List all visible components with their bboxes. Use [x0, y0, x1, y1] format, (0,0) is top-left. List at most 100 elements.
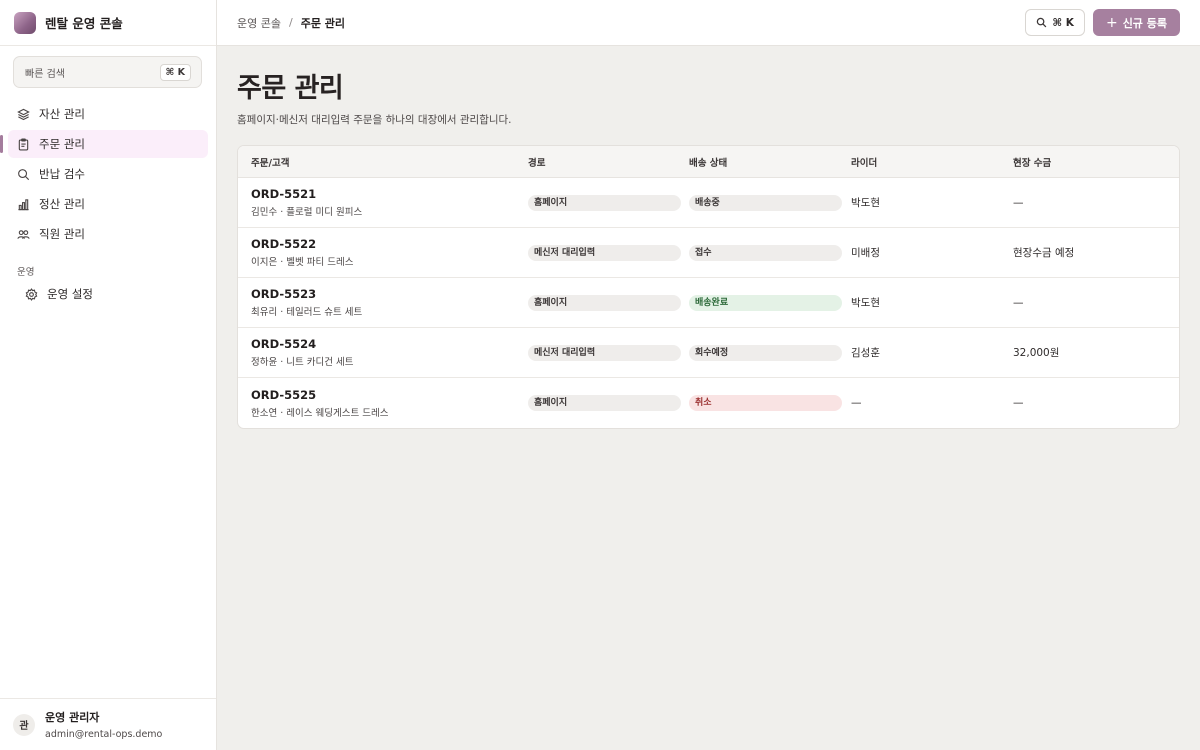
orders-table: 주문/고객 경로 배송 상태 라이더 현장 수금 ORD-5521 김민수 · … — [237, 145, 1180, 429]
status-badge: 배송완료 — [689, 294, 842, 311]
channel-cell: 홈페이지 — [528, 395, 689, 411]
command-search-shortcut: ⌘ K — [1052, 16, 1074, 29]
breadcrumb-separator: / — [288, 16, 293, 29]
channel-badge: 홈페이지 — [528, 194, 681, 211]
sidebar-item-settlement[interactable]: 정산 관리 — [8, 190, 208, 218]
quick-search-shortcut: ⌘ K — [159, 63, 191, 81]
status-cell: 배송완료 — [689, 294, 851, 311]
status-cell: 접수 — [689, 244, 851, 261]
order-cell: ORD-5522 이지은 · 벨벳 파티 드레스 — [238, 237, 528, 268]
order-id[interactable]: ORD-5524 — [251, 337, 528, 351]
status-badge: 취소 — [689, 395, 842, 411]
channel-cell: 홈페이지 — [528, 294, 689, 311]
order-customer: 이지은 · 벨벳 파티 드레스 — [251, 257, 354, 268]
channel-badge: 홈페이지 — [528, 395, 681, 411]
brand-logo — [14, 11, 36, 34]
status-badge: 배송중 — [689, 194, 842, 211]
sidebar-item-label: 운영 설정 — [47, 287, 93, 301]
breadcrumb-current: 주문 관리 — [300, 16, 346, 30]
page-title: 주문 관리 — [237, 73, 344, 104]
new-order-label: 신규 등록 — [1122, 16, 1167, 30]
brand[interactable]: 렌탈 운영 콘솔 — [0, 0, 216, 46]
rider-cell: 미배정 — [851, 247, 880, 259]
main-nav: 자산 관리 주문 관리 반납 검수 정산 관리 직원 관리 — [0, 100, 216, 250]
layers-icon — [17, 108, 30, 121]
ops-nav: 운영 설정 — [0, 280, 216, 310]
sidebar-item-returns[interactable]: 반납 검수 — [8, 160, 208, 188]
topbar: 운영 콘솔 / 주문 관리 ⌘ K + 신규 등록 — [217, 0, 1200, 46]
channel-cell: 메신저 대리입력 — [528, 344, 689, 361]
channel-cell: 메신저 대리입력 — [528, 244, 689, 261]
column-header-order[interactable]: 주문/고객 — [238, 155, 528, 169]
rider-cell: 김성훈 — [851, 347, 880, 359]
sidebar-item-label: 직원 관리 — [39, 227, 85, 241]
order-cell: ORD-5524 정하윤 · 니트 카디건 세트 — [238, 337, 528, 368]
collection-cell: — — [1013, 397, 1024, 409]
status-cell: 회수예정 — [689, 344, 851, 361]
avatar: 관 — [13, 713, 35, 736]
order-id[interactable]: ORD-5521 — [251, 187, 528, 201]
quick-search-label: 빠른 검색 — [25, 68, 65, 80]
collection-cell: 32,000원 — [1013, 347, 1060, 359]
plus-icon: + — [1105, 14, 1118, 31]
channel-badge: 홈페이지 — [528, 294, 681, 311]
channel-badge: 메신저 대리입력 — [528, 244, 681, 261]
column-header-rider[interactable]: 라이더 — [851, 155, 1013, 169]
page-content: 주문 관리 홈페이지·메신저 대리입력 주문을 하나의 대장에서 관리합니다. … — [217, 46, 1200, 429]
table-row[interactable]: ORD-5523 최유리 · 테일러드 슈트 세트 홈페이지 배송완료 박도현 … — [238, 278, 1179, 328]
table-header: 주문/고객 경로 배송 상태 라이더 현장 수금 — [238, 146, 1179, 178]
status-badge: 접수 — [689, 244, 842, 261]
rider-cell: 박도현 — [851, 297, 880, 309]
collection-cell: 현장수금 예정 — [1013, 247, 1075, 259]
quick-search-button[interactable]: 빠른 검색 ⌘ K — [13, 56, 202, 88]
app-name: 렌탈 운영 콘솔 — [45, 16, 123, 31]
user-profile[interactable]: 관 운영 관리자 admin@rental-ops.demo — [0, 698, 216, 750]
order-customer: 최유리 · 테일러드 슈트 세트 — [251, 307, 363, 318]
user-email: admin@rental-ops.demo — [45, 729, 163, 740]
top-actions: ⌘ K + 신규 등록 — [1025, 9, 1180, 36]
page-subtitle: 홈페이지·메신저 대리입력 주문을 하나의 대장에서 관리합니다. — [237, 114, 512, 126]
users-icon — [17, 228, 30, 241]
clipboard-icon — [17, 138, 30, 151]
sidebar: 렌탈 운영 콘솔 빠른 검색 ⌘ K 자산 관리 주문 관리 반납 검수 정산 … — [0, 0, 217, 750]
table-row[interactable]: ORD-5521 김민수 · 플로럴 미디 원피스 홈페이지 배송중 박도현 — — [238, 178, 1179, 228]
sidebar-item-label: 자산 관리 — [39, 107, 85, 121]
order-cell: ORD-5525 한소연 · 레이스 웨딩게스트 드레스 — [238, 388, 528, 419]
status-badge: 회수예정 — [689, 344, 842, 361]
status-cell: 취소 — [689, 395, 851, 411]
order-cell: ORD-5521 김민수 · 플로럴 미디 원피스 — [238, 187, 528, 218]
app-shell: 렌탈 운영 콘솔 빠른 검색 ⌘ K 자산 관리 주문 관리 반납 검수 정산 … — [0, 0, 1200, 750]
gear-icon — [25, 287, 38, 301]
sidebar-item-label: 반납 검수 — [39, 167, 85, 181]
table-row[interactable]: ORD-5522 이지은 · 벨벳 파티 드레스 메신저 대리입력 접수 미배정… — [238, 228, 1179, 278]
user-name: 운영 관리자 — [45, 711, 100, 724]
sidebar-item-staff[interactable]: 직원 관리 — [8, 220, 208, 248]
new-order-button[interactable]: + 신규 등록 — [1092, 9, 1180, 36]
table-row[interactable]: ORD-5524 정하윤 · 니트 카디건 세트 메신저 대리입력 회수예정 김… — [238, 328, 1179, 378]
sidebar-item-orders[interactable]: 주문 관리 — [0, 130, 208, 158]
collection-cell: — — [1013, 196, 1024, 209]
command-search-button[interactable]: ⌘ K — [1025, 9, 1085, 36]
channel-cell: 홈페이지 — [528, 194, 689, 211]
order-customer: 정하윤 · 니트 카디건 세트 — [251, 357, 354, 368]
nav-section-heading: 운영 — [17, 267, 35, 278]
order-id[interactable]: ORD-5525 — [251, 388, 528, 402]
order-id[interactable]: ORD-5522 — [251, 237, 528, 251]
table-row[interactable]: ORD-5525 한소연 · 레이스 웨딩게스트 드레스 홈페이지 취소 — — — [238, 378, 1179, 428]
order-customer: 한소연 · 레이스 웨딩게스트 드레스 — [251, 407, 389, 419]
sidebar-item-ops-settings[interactable]: 운영 설정 — [8, 280, 208, 308]
column-header-channel[interactable]: 경로 — [528, 155, 689, 169]
column-header-status[interactable]: 배송 상태 — [689, 155, 851, 169]
order-customer: 김민수 · 플로럴 미디 원피스 — [251, 207, 363, 218]
order-id[interactable]: ORD-5523 — [251, 287, 528, 301]
collection-cell: — — [1013, 296, 1024, 309]
main-area: 운영 콘솔 / 주문 관리 ⌘ K + 신규 등록 주문 관리 홈페이지·메신저… — [217, 0, 1200, 750]
bar-chart-icon — [17, 198, 30, 211]
search-icon — [17, 168, 30, 181]
column-header-collection[interactable]: 현장 수금 — [1013, 155, 1179, 169]
breadcrumb-parent[interactable]: 운영 콘솔 — [237, 15, 281, 31]
breadcrumb: 운영 콘솔 / 주문 관리 — [237, 15, 345, 31]
sidebar-item-label: 주문 관리 — [39, 137, 85, 151]
sidebar-item-assets[interactable]: 자산 관리 — [8, 100, 208, 128]
rider-cell: — — [851, 397, 862, 409]
